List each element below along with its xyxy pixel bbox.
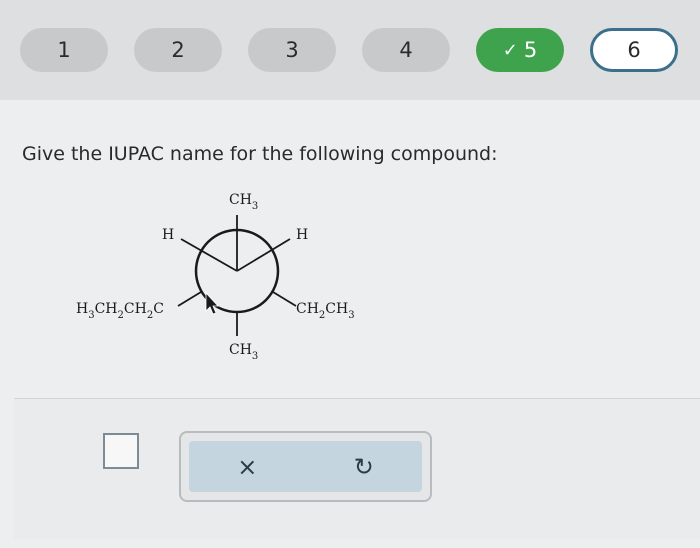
step-1-button[interactable]: 1 bbox=[20, 28, 108, 72]
step-2-button[interactable]: 2 bbox=[134, 28, 222, 72]
step-5-button[interactable]: ✓ 5 bbox=[476, 28, 564, 72]
label-back-left: H3CH2CH2C bbox=[76, 301, 164, 321]
label-front-left: H bbox=[162, 227, 174, 243]
newman-projection: CH3 H H H3CH2CH2C CH2CH3 CH3 bbox=[76, 192, 355, 362]
answer-checkbox[interactable] bbox=[103, 433, 139, 469]
step-4-button[interactable]: 4 bbox=[362, 28, 450, 72]
step-3-button[interactable]: 3 bbox=[248, 28, 336, 72]
step-label: 2 bbox=[171, 38, 185, 62]
answer-button-tray: × ↻ bbox=[189, 441, 422, 492]
mouse-cursor-icon bbox=[205, 291, 219, 315]
clear-icon[interactable]: × bbox=[237, 453, 257, 481]
back-bond-left bbox=[177, 291, 202, 307]
label-front-right: H bbox=[296, 227, 308, 243]
front-bond-left bbox=[180, 238, 238, 272]
check-icon: ✓ bbox=[502, 39, 518, 61]
label-back-bottom: CH3 bbox=[229, 342, 258, 362]
answer-button-group: × ↻ bbox=[179, 431, 432, 502]
step-label: 3 bbox=[285, 38, 299, 62]
label-front-top: CH3 bbox=[229, 192, 258, 212]
question-prompt: Give the IUPAC name for the following co… bbox=[22, 143, 498, 165]
undo-icon[interactable]: ↻ bbox=[354, 453, 374, 481]
step-label: 5 bbox=[523, 38, 538, 62]
step-label: 1 bbox=[57, 38, 71, 62]
step-label: 6 bbox=[627, 38, 641, 62]
label-back-right: CH2CH3 bbox=[296, 301, 355, 321]
step-label: 4 bbox=[399, 38, 413, 62]
back-bond-right bbox=[272, 291, 297, 307]
front-bond-right bbox=[236, 238, 291, 272]
step-6-button[interactable]: 6 bbox=[590, 28, 678, 72]
